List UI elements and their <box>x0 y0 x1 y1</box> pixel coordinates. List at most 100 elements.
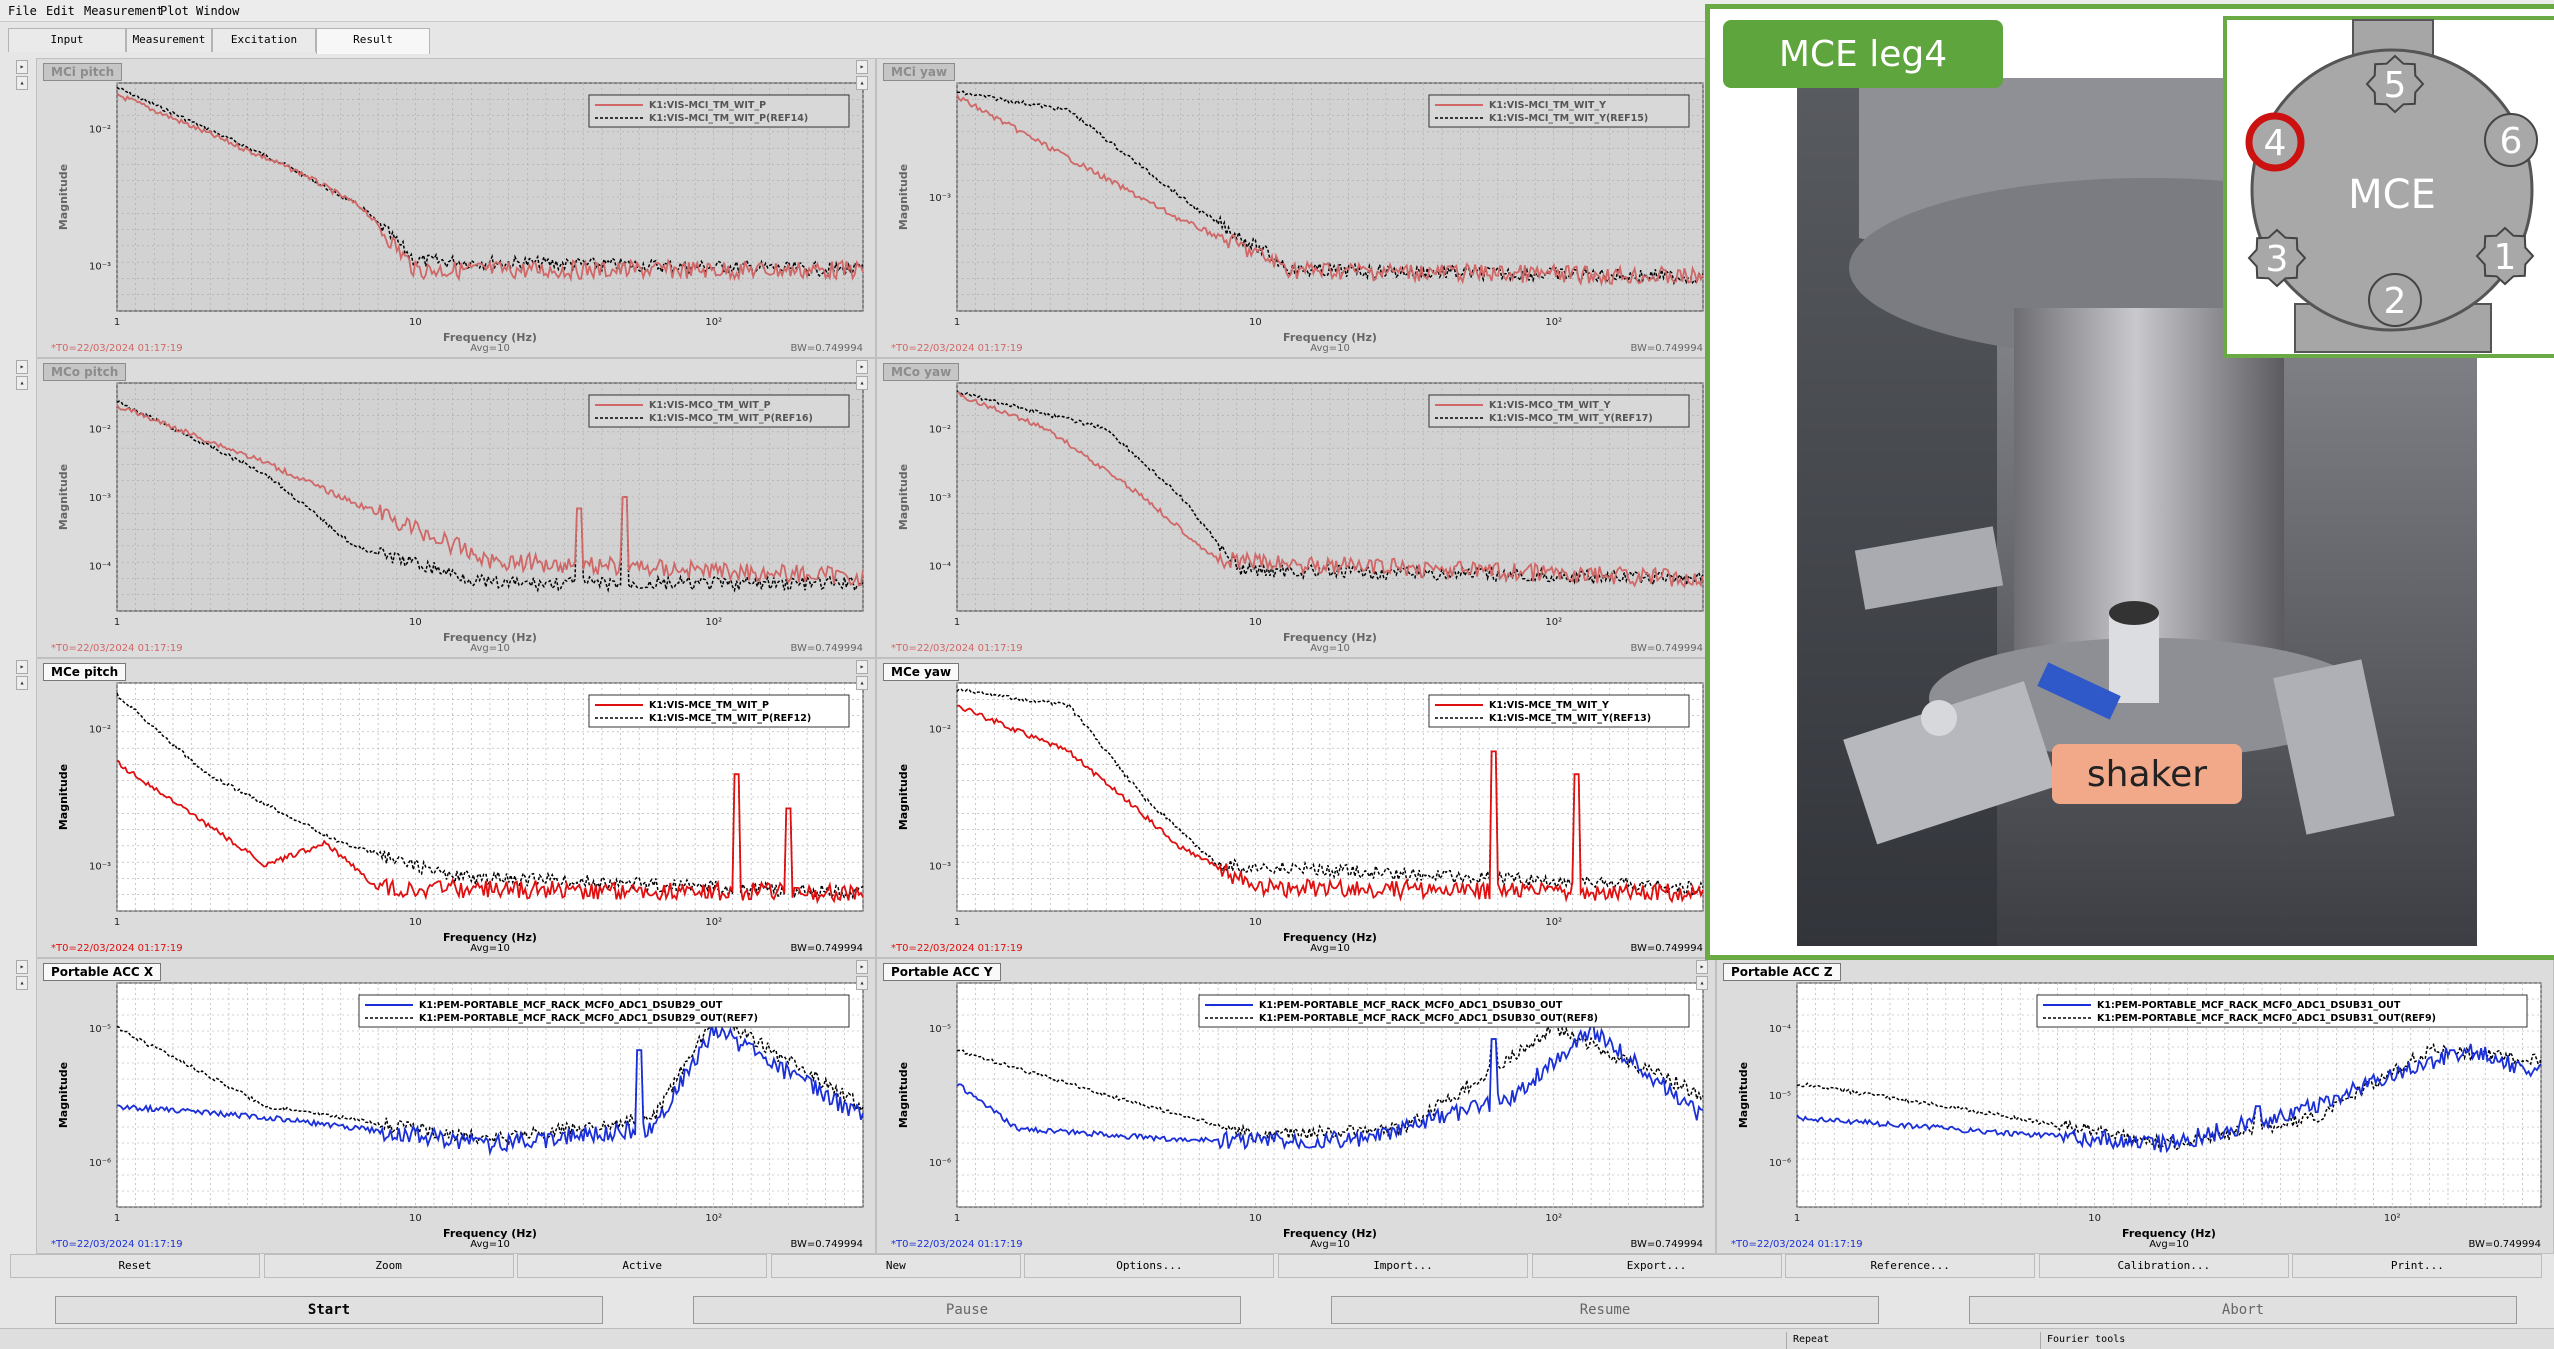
plot-panel-9[interactable]: 1 10 10² 10⁻⁴ 10⁻⁵ 10⁻⁶ Frequency (Hz) Magnitud… <box>1716 958 2554 1254</box>
y-tick-label: 10⁻⁵ <box>929 1024 951 1035</box>
y-tick-label: 10⁻³ <box>89 493 111 504</box>
bw-label: BW=0.749994 <box>2469 1239 2542 1250</box>
pause-button[interactable]: Pause <box>693 1296 1241 1324</box>
avg-label: Avg=10 <box>1310 1239 1350 1250</box>
panel-arrow-icon[interactable]: ▸ <box>16 360 28 374</box>
x-tick-label: 10² <box>1545 1213 1562 1224</box>
menu-measurement[interactable]: Measurement <box>84 4 163 18</box>
panel-arrow-icon[interactable]: ▴ <box>1696 976 1708 990</box>
plot-panel-5[interactable]: 1 10 10² 10⁻² 10⁻³ Frequency (Hz) Magnitude *T0… <box>36 658 876 958</box>
bw-label: BW=0.749994 <box>791 1239 864 1250</box>
x-tick-label: 10 <box>1249 317 1262 328</box>
panel-arrow-icon[interactable]: ▸ <box>856 360 868 374</box>
menu-plot[interactable]: Plot <box>160 4 189 18</box>
avg-label: Avg=10 <box>1310 643 1350 654</box>
panel-arrow-icon[interactable]: ▸ <box>16 960 28 974</box>
tab-input[interactable]: Input <box>8 28 126 52</box>
panel-arrow-icon[interactable]: ▸ <box>1696 960 1708 974</box>
plot-panel-8[interactable]: 1 10 10² 10⁻⁵ 10⁻⁶ Frequency (Hz) Magnitude *T0… <box>876 958 1716 1254</box>
tab-excitation[interactable]: Excitation <box>212 28 316 52</box>
x-tick-label: 1 <box>114 1213 120 1224</box>
tab-result[interactable]: Result <box>316 28 430 54</box>
avg-label: Avg=10 <box>470 1239 510 1250</box>
t0-timestamp: *T0=22/03/2024 01:17:19 <box>1731 1239 1863 1250</box>
y-tick-label: 10⁻³ <box>929 861 951 872</box>
new-button[interactable]: New <box>770 1254 1021 1278</box>
avg-label: Avg=10 <box>470 943 510 954</box>
panel-arrow-icon[interactable]: ▸ <box>856 660 868 674</box>
status-fourier-tools: Fourier tools <box>2040 1332 2290 1349</box>
plot-title: MCo pitch <box>43 363 127 381</box>
legend-entry: K1:PEM-PORTABLE_MCF_RACK_MCF0_ADC1_DSUB2… <box>419 1013 758 1024</box>
export-button[interactable]: Export... <box>1531 1254 1782 1278</box>
plot-panel-6[interactable]: 1 10 10² 10⁻² 10⁻³ Frequency (Hz) Magnitude *T0… <box>876 658 1716 958</box>
x-tick-label: 10 <box>2088 1213 2101 1224</box>
panel-arrow-icon[interactable]: ▴ <box>856 976 868 990</box>
menu-file[interactable]: File <box>8 4 37 18</box>
tab-measurement[interactable]: Measurement <box>126 28 212 52</box>
x-tick-label: 10² <box>705 617 722 628</box>
panel-arrow-icon[interactable]: ▴ <box>856 676 868 690</box>
options-button[interactable]: Options... <box>1024 1254 1275 1278</box>
panel-arrow-icon[interactable]: ▸ <box>16 660 28 674</box>
leg-position-diagram: MCE 1 2 3 4 5 6 <box>2223 16 2554 358</box>
x-tick-label: 10 <box>1249 917 1262 928</box>
y-tick-label: 10⁻³ <box>89 861 111 872</box>
plot-panel-1[interactable]: 1 10 10² 10⁻² 10⁻³ Frequency (Hz) Magnitude *T0… <box>36 58 876 358</box>
import-button[interactable]: Import... <box>1278 1254 1528 1278</box>
reference-button[interactable]: Reference... <box>1785 1254 2036 1278</box>
x-tick-label: 10 <box>409 617 422 628</box>
plot-title: Portable ACC X <box>43 963 162 981</box>
legend-entry: K1:VIS-MCO_TM_WIT_P <box>649 400 771 411</box>
plot-panel-3[interactable]: 1 10 10² 10⁻² 10⁻³ 10⁻⁴ Frequency (Hz) Magnitud… <box>36 358 876 658</box>
menu-window[interactable]: Window <box>196 4 239 18</box>
leg-marker-3: 3 <box>2247 228 2307 288</box>
y-tick-label: 10⁻⁴ <box>929 561 951 572</box>
calibration-button[interactable]: Calibration... <box>2038 1254 2289 1278</box>
x-tick-label: 1 <box>954 917 960 928</box>
x-tick-label: 10 <box>409 1213 422 1224</box>
legend-entry: K1:VIS-MCI_TM_WIT_Y(REF15) <box>1489 113 1648 124</box>
plot-panel-7[interactable]: 1 10 10² 10⁻⁵ 10⁻⁶ Frequency (Hz) Magnitude *T0… <box>36 958 876 1254</box>
plot-title: MCo yaw <box>883 363 960 381</box>
y-axis-label: Magnitude <box>57 164 70 230</box>
x-tick-label: 10 <box>1249 1213 1262 1224</box>
y-tick-label: 10⁻⁶ <box>929 1158 951 1169</box>
resume-button[interactable]: Resume <box>1331 1296 1879 1324</box>
panel-arrow-icon[interactable]: ▴ <box>16 376 28 390</box>
reset-button[interactable]: Reset <box>10 1254 260 1278</box>
y-axis-label: Magnitude <box>57 764 70 830</box>
active-button[interactable]: Active <box>517 1254 768 1278</box>
panel-arrow-icon[interactable]: ▴ <box>16 76 28 90</box>
start-button[interactable]: Start <box>55 1296 603 1324</box>
y-tick-label: 10⁻² <box>89 425 111 436</box>
plot-panel-2[interactable]: 1 10 10² 10⁻³ Frequency (Hz) Magnitude *T0=22/… <box>876 58 1716 358</box>
bw-label: BW=0.749994 <box>791 343 864 354</box>
t0-timestamp: *T0=22/03/2024 01:17:19 <box>891 1239 1023 1250</box>
panel-arrow-icon[interactable]: ▸ <box>16 60 28 74</box>
print-button[interactable]: Print... <box>2292 1254 2543 1278</box>
panel-arrow-icon[interactable]: ▴ <box>16 676 28 690</box>
leg-marker-6: 6 <box>2484 113 2538 167</box>
panel-arrow-icon[interactable]: ▴ <box>16 976 28 990</box>
legend-entry: K1:VIS-MCO_TM_WIT_Y(REF17) <box>1489 413 1653 424</box>
panel-arrow-icon[interactable]: ▴ <box>856 376 868 390</box>
menu-edit[interactable]: Edit <box>46 4 75 18</box>
y-tick-label: 10⁻³ <box>929 193 951 204</box>
panel-arrow-icon[interactable]: ▸ <box>856 60 868 74</box>
svg-text:1: 1 <box>2494 237 2517 278</box>
panel-arrow-icon[interactable]: ▴ <box>856 76 868 90</box>
y-axis-label: Magnitude <box>897 464 910 530</box>
y-tick-label: 10⁻⁵ <box>1769 1091 1791 1102</box>
plot-button-row: Reset Zoom Active New Options... Import... Exp… <box>10 1254 2546 1278</box>
legend-entry: K1:VIS-MCE_TM_WIT_Y(REF13) <box>1489 713 1651 724</box>
legend-entry: K1:VIS-MCI_TM_WIT_Y <box>1489 100 1606 111</box>
panel-arrow-icon[interactable]: ▸ <box>856 960 868 974</box>
x-tick-label: 1 <box>954 317 960 328</box>
bw-label: BW=0.749994 <box>791 643 864 654</box>
zoom-button[interactable]: Zoom <box>263 1254 514 1278</box>
y-tick-label: 10⁻³ <box>929 493 951 504</box>
plot-panel-4[interactable]: 1 10 10² 10⁻² 10⁻³ 10⁻⁴ Frequency (Hz) Magnitud… <box>876 358 1716 658</box>
x-tick-label: 10² <box>2384 1213 2401 1224</box>
abort-button[interactable]: Abort <box>1969 1296 2517 1324</box>
